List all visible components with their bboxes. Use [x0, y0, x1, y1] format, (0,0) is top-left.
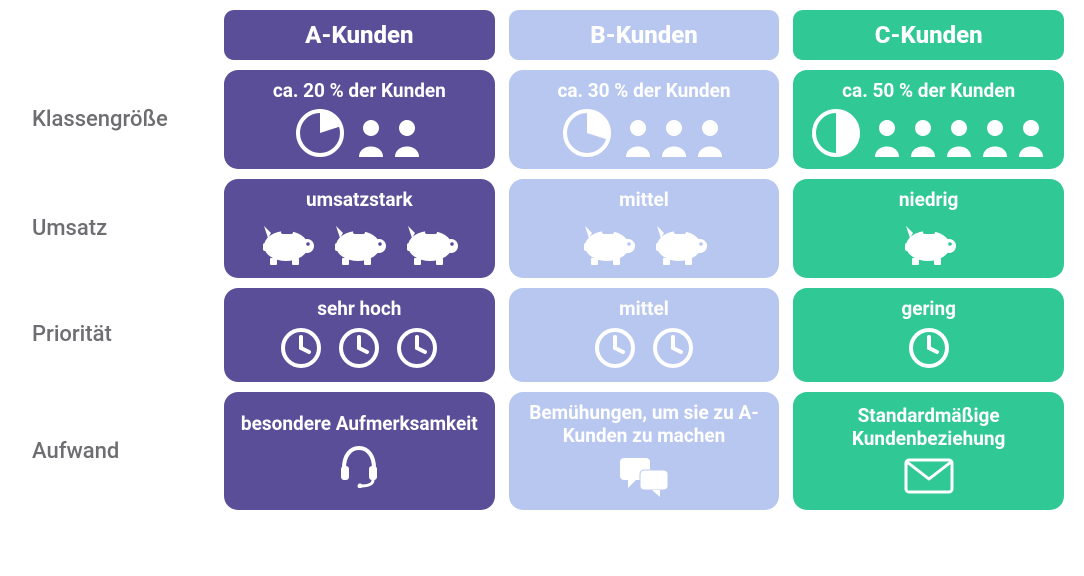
cell-aufwand-a: besondere Aufmerksamkeit: [224, 392, 495, 510]
cell-prioritaet-b: mittel: [509, 288, 780, 383]
envelope-icon: [903, 457, 955, 495]
column-header-c: C-Kunden: [793, 10, 1064, 60]
clock-icons: [279, 326, 439, 370]
cell-text: mittel: [619, 189, 669, 212]
clock-icons: [907, 326, 951, 370]
cell-text: ca. 20 % der Kunden: [273, 80, 446, 103]
cell-klassengroesse-b: ca. 30 % der Kunden: [509, 70, 780, 169]
cell-text: mittel: [619, 298, 669, 321]
row-label-prioritaet: Priorität: [20, 288, 210, 383]
cell-text: ca. 30 % der Kunden: [557, 80, 730, 103]
cell-text: Bemühungen, um sie zu A-Kunden zu machen: [517, 402, 772, 448]
people-icons: [356, 117, 422, 157]
column-header-a: A-Kunden: [224, 10, 495, 60]
row-label-klassengroesse: Klassengröße: [20, 70, 210, 169]
cell-klassengroesse-c: ca. 50 % der Kunden: [793, 70, 1064, 169]
row-label-umsatz: Umsatz: [20, 179, 210, 278]
people-icons: [872, 117, 1046, 157]
cell-klassengroesse-a: ca. 20 % der Kunden: [224, 70, 495, 169]
chat-icon: [618, 454, 670, 498]
row-label-aufwand: Aufwand: [20, 392, 210, 510]
cell-text: Standardmäßige Kundenbeziehung: [801, 405, 1056, 451]
pie-chart-icon: [296, 109, 344, 157]
cell-prioritaet-c: gering: [793, 288, 1064, 383]
cell-aufwand-c: Standardmäßige Kundenbeziehung: [793, 392, 1064, 510]
pie-chart-icon: [812, 109, 860, 157]
people-icons: [623, 117, 725, 157]
cell-prioritaet-a: sehr hoch: [224, 288, 495, 383]
cell-aufwand-b: Bemühungen, um sie zu A-Kunden zu machen: [509, 392, 780, 510]
cell-umsatz-a: umsatzstark: [224, 179, 495, 278]
cell-text: niedrig: [899, 189, 958, 212]
piggy-icons: [898, 218, 960, 266]
cell-text: besondere Aufmerksamkeit: [241, 413, 478, 436]
cell-text: ca. 50 % der Kunden: [842, 80, 1015, 103]
cell-umsatz-c: niedrig: [793, 179, 1064, 278]
headset-icon: [336, 442, 382, 488]
cell-text: sehr hoch: [317, 298, 401, 321]
piggy-icons: [577, 218, 711, 266]
column-header-b: B-Kunden: [509, 10, 780, 60]
abc-analysis-table: A-Kunden B-Kunden C-Kunden Klassengröße …: [20, 10, 1064, 510]
cell-text: umsatzstark: [306, 189, 413, 212]
pie-chart-icon: [563, 109, 611, 157]
piggy-icons: [256, 218, 462, 266]
cell-text: gering: [901, 298, 956, 321]
cell-umsatz-b: mittel: [509, 179, 780, 278]
clock-icons: [593, 326, 695, 370]
